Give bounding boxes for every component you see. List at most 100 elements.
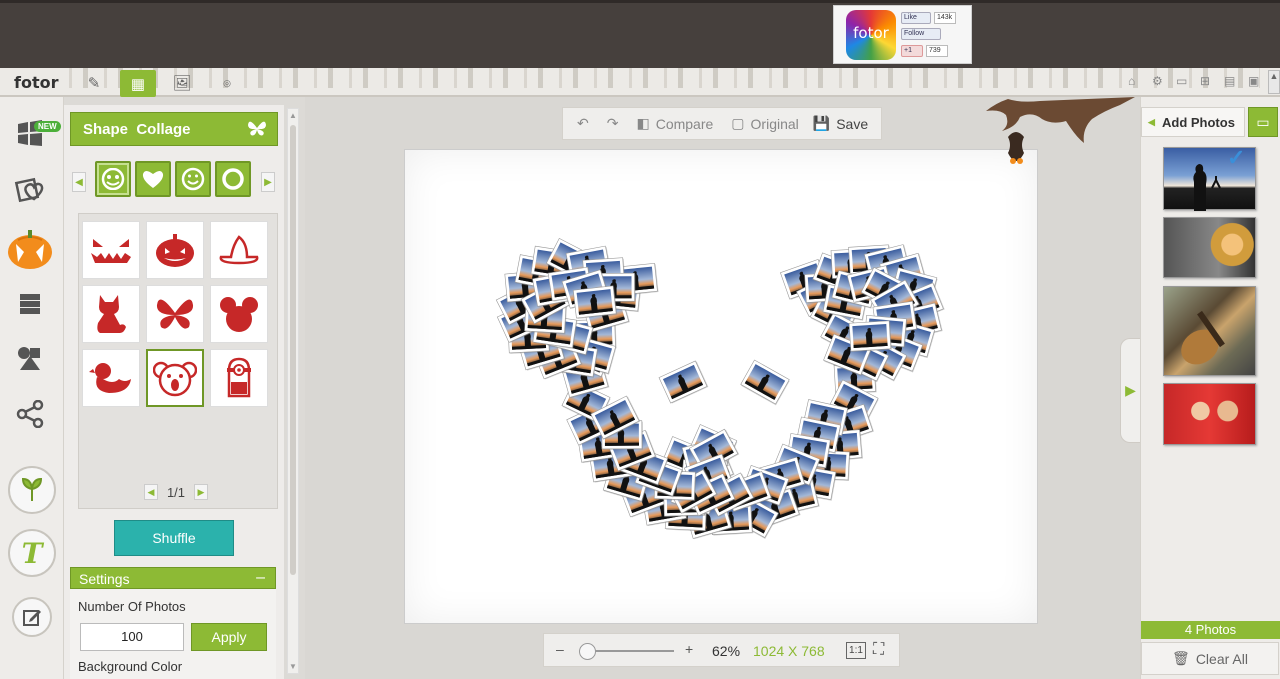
original-icon: ▢	[731, 115, 745, 131]
shape-cat[interactable]	[82, 285, 140, 343]
gplus-count: 739	[926, 45, 948, 57]
top-banner	[0, 0, 1280, 68]
collage-tile	[740, 359, 790, 406]
edit-brush-icon[interactable]: ✎	[80, 71, 108, 95]
settings-header[interactable]: Settings –	[70, 567, 276, 589]
settings-body: Number Of Photos 100 Apply Background Co…	[70, 589, 276, 679]
category-prev-button[interactable]: ◀	[72, 172, 86, 192]
fb-like-button[interactable]: Like	[901, 12, 931, 24]
text-icon[interactable]: T	[8, 529, 56, 577]
hdr-icon[interactable]: ◎	[213, 71, 241, 95]
clear-all-label: Clear All	[1195, 650, 1248, 667]
follow-label: Follow	[904, 30, 925, 37]
apply-button[interactable]: Apply	[191, 623, 267, 651]
scroll-thumb[interactable]	[290, 125, 296, 575]
zoom-slider-knob[interactable]	[579, 643, 596, 660]
collage-canvas[interactable]	[404, 149, 1038, 624]
background-color-label: Background Color	[78, 659, 183, 674]
scroll-down-arrow[interactable]: ▼	[289, 662, 297, 671]
like-count: 143k	[934, 12, 956, 24]
like-label: Like	[904, 14, 917, 21]
shape-duck[interactable]	[82, 349, 140, 407]
add-photos-label: Add Photos	[1162, 114, 1235, 130]
new-badge: NEW	[34, 121, 61, 132]
gplus-button[interactable]: +1	[901, 45, 923, 57]
thumbnail-guitar[interactable]	[1163, 286, 1256, 376]
thumbnail-hooded-person[interactable]	[1163, 217, 1256, 278]
collapse-settings-icon[interactable]: –	[256, 569, 265, 587]
fit-to-screen-icon[interactable]: ⛶	[873, 641, 884, 659]
category-next-button[interactable]: ▶	[261, 172, 275, 192]
zoom-percent: 62%	[712, 643, 741, 659]
actual-size-button[interactable]: 1:1	[846, 642, 866, 659]
add-photos-button[interactable]: ◀ Add Photos	[1141, 107, 1245, 137]
top-banner-edge	[0, 0, 1280, 3]
zoom-bar: – + 62% 1024 X 768 1:1 ⛶	[543, 633, 900, 667]
shape-minion[interactable]	[210, 349, 268, 407]
redo-icon[interactable]: ↷	[607, 115, 619, 132]
canvas-control-bar: ↶ ↷ ◧ Compare ▢ Original 💾 Save	[562, 107, 882, 140]
image-dimensions: 1024 X 768	[753, 643, 825, 659]
panel-header: Shape Collage	[70, 112, 278, 146]
zoom-in-button[interactable]: +	[685, 641, 693, 657]
leaf-icon[interactable]	[8, 466, 56, 514]
compare-button[interactable]: ◧ Compare	[636, 115, 713, 132]
num-photos-input[interactable]: 100	[80, 623, 184, 651]
shape-koala[interactable]	[146, 349, 204, 407]
original-label: Original	[750, 115, 799, 132]
window-scroll-up[interactable]: ▲	[1268, 70, 1280, 94]
page-indicator: 1/1	[166, 484, 186, 500]
shuffle-button[interactable]: Shuffle	[114, 520, 234, 556]
save-label: Save	[836, 115, 869, 132]
bat-branch-decoration	[986, 97, 1135, 164]
photo-icon[interactable]: 🖼	[168, 71, 196, 95]
panel-title: Shape Collage	[83, 121, 191, 138]
classic-collage-icon[interactable]	[10, 113, 50, 153]
layout-icon[interactable]: ▤	[1224, 74, 1235, 88]
zoom-out-button[interactable]: –	[556, 641, 564, 657]
category-tab-circle[interactable]	[215, 161, 251, 197]
koala-collage-image	[495, 237, 945, 540]
page-prev-button[interactable]: ◀	[144, 484, 158, 500]
category-tab-halloween[interactable]	[95, 161, 131, 197]
home-icon[interactable]: ⌂	[1128, 74, 1135, 88]
artistic-collage-icon[interactable]	[10, 170, 50, 210]
help-icon[interactable]: ▭	[1176, 74, 1187, 88]
save-button[interactable]: 💾 Save	[813, 115, 868, 132]
collage-tile	[572, 285, 618, 319]
scroll-up-arrow[interactable]: ▲	[289, 111, 297, 120]
clear-all-button[interactable]: 🗑 Clear All	[1141, 642, 1279, 675]
original-button[interactable]: ▢ Original	[731, 115, 798, 132]
shape-butterfly[interactable]	[146, 285, 204, 343]
save-icon: 💾	[812, 115, 831, 131]
halloween-shape-icon[interactable]	[6, 225, 54, 271]
thumbnail-couple-red[interactable]	[1163, 383, 1256, 445]
edit-icon[interactable]	[12, 597, 52, 637]
share-icon[interactable]	[10, 394, 50, 434]
category-tab-heart[interactable]	[135, 161, 171, 197]
category-tab-smiley[interactable]	[175, 161, 211, 197]
panel-scrollbar[interactable]: ▲ ▼	[287, 108, 299, 674]
shape-mouse[interactable]	[210, 285, 268, 343]
settings-icon[interactable]: ⚙	[1152, 74, 1163, 88]
trash-icon: 🗑	[1172, 650, 1190, 666]
page-next-button[interactable]: ▶	[193, 484, 208, 500]
shape-pager: ◀ 1/1 ▶	[144, 483, 208, 501]
funky-collage-icon[interactable]	[10, 338, 50, 378]
collage-icon[interactable]: ▦	[120, 70, 156, 97]
shape-pumpkin[interactable]	[146, 221, 204, 279]
toggle-right-panel-button[interactable]: ▶	[1120, 338, 1140, 443]
brand-logo[interactable]: fotor	[14, 73, 58, 92]
undo-icon[interactable]: ↶	[577, 115, 589, 132]
template-collage-icon[interactable]	[10, 284, 50, 324]
butterfly-icon	[247, 119, 267, 142]
compare-icon: ◧	[636, 115, 650, 131]
selected-check-icon: ✓	[1227, 145, 1246, 170]
shape-witch-hat[interactable]	[210, 221, 268, 279]
windows-icon[interactable]: ⊞	[1200, 74, 1210, 88]
shape-jack-o-lantern-face[interactable]	[82, 221, 140, 279]
fullscreen-icon[interactable]: ▣	[1248, 74, 1259, 88]
twitter-follow-button[interactable]: Follow	[901, 28, 941, 40]
monitor-icon[interactable]: ▭	[1248, 107, 1278, 137]
collage-tile	[848, 320, 892, 353]
